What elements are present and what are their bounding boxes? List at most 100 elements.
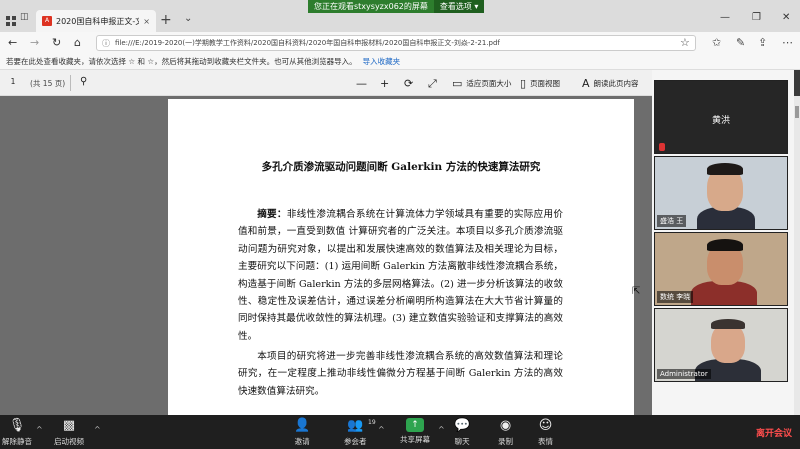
participant-face bbox=[711, 323, 745, 363]
zoom-in-button[interactable]: + bbox=[380, 77, 393, 90]
back-icon[interactable]: ← bbox=[8, 36, 17, 49]
participant-tile[interactable]: 盛浩 王 bbox=[654, 156, 788, 230]
participant-name: Administrator bbox=[657, 369, 711, 379]
info-icon: ⓘ bbox=[102, 39, 110, 48]
favorites-bar: 若要在此处查看收藏夹，请依次选择 ☆ 和 ☆，然后将其拖动到收藏夹栏文件夹。也可… bbox=[0, 54, 800, 70]
share-screen-icon: ↑ bbox=[406, 418, 424, 432]
abstract-text: 非线性渗流耦合系统在计算流体力学领域具有重要的实际应用价值和前景，一直受到数值 … bbox=[238, 209, 564, 342]
record-button[interactable]: ◉ 录制 bbox=[498, 418, 513, 447]
new-tab-button[interactable]: + bbox=[160, 12, 172, 28]
close-window-button[interactable]: ✕ bbox=[782, 12, 790, 23]
participant-tile[interactable]: 黄洪 bbox=[654, 80, 788, 154]
participants-label: 参会者 bbox=[344, 437, 367, 446]
favorite-star-icon[interactable]: ☆ bbox=[680, 36, 690, 49]
invite-icon: 👤 bbox=[294, 418, 311, 433]
pdf-toolbar: 1 (共 15 页) ⚲ — + ⟳ ⤢ ▭ 适应页面大小 ▯ 页面视图 A 朗读此页… bbox=[0, 70, 652, 96]
favorites-icon[interactable]: ✩ bbox=[712, 36, 721, 49]
pdf-file-icon: A bbox=[42, 16, 52, 26]
import-favorites-link[interactable]: 导入收藏夹 bbox=[363, 57, 401, 66]
share-screen-button[interactable]: ↑ 共享屏幕 bbox=[400, 418, 430, 445]
page-view-icon: ▯ bbox=[520, 77, 527, 90]
participant-tile[interactable]: 数统 李晓 bbox=[654, 232, 788, 306]
tab-title: 2020国自科申报正文-文 bbox=[56, 16, 140, 26]
leave-meeting-button[interactable]: 离开会议 bbox=[756, 426, 792, 439]
more-icon[interactable]: ⋯ bbox=[782, 36, 793, 49]
reactions-button[interactable]: ☺ 表情 bbox=[538, 418, 553, 447]
share-screen-label: 共享屏幕 bbox=[400, 435, 430, 444]
page-view-label: 页面视图 bbox=[530, 79, 561, 88]
video-off-icon: ▩ bbox=[62, 418, 76, 433]
meeting-toolbar: 🎙 解除静音 ^ ▩ 启动视频 ^ 👤 邀请 👥 参会者 19 ^ ↑ 共享屏幕… bbox=[0, 415, 800, 449]
address-bar-row: ← → ↻ ⌂ ⓘ file:///E:/2019-2020(一)学期教学工作资… bbox=[0, 32, 800, 54]
record-icon: ◉ bbox=[499, 418, 512, 433]
page-number-input[interactable]: 1 bbox=[6, 77, 20, 86]
second-paragraph: 本项目的研究将进一步完善非线性渗流耦合系统的高效数值算法和理论研究，在一定程度上… bbox=[238, 351, 563, 397]
chat-icon: 💬 bbox=[454, 418, 471, 433]
invite-button[interactable]: 👤 邀请 bbox=[294, 418, 310, 447]
toolbar-divider bbox=[70, 75, 71, 91]
read-aloud-button[interactable]: A 朗读此页内容 bbox=[582, 77, 639, 90]
maximize-button[interactable]: ❐ bbox=[752, 12, 761, 23]
reactions-icon: ☺ bbox=[538, 418, 553, 433]
read-aloud-label: 朗读此页内容 bbox=[593, 79, 639, 88]
participants-options-caret-icon[interactable]: ^ bbox=[378, 425, 385, 434]
audio-options-caret-icon[interactable]: ^ bbox=[36, 425, 43, 434]
share-icon[interactable]: ⇪ bbox=[758, 36, 767, 49]
start-video-button[interactable]: ▩ 启动视频 bbox=[54, 418, 84, 447]
start-video-label: 启动视频 bbox=[54, 437, 84, 446]
forward-icon[interactable]: → bbox=[30, 36, 39, 49]
document-scrollbar[interactable] bbox=[794, 96, 800, 415]
fit-page-button[interactable]: ▭ 适应页面大小 bbox=[452, 77, 511, 90]
url-input[interactable]: ⓘ file:///E:/2019-2020(一)学期教学工作资料/2020国自… bbox=[96, 35, 696, 51]
pdf-document-area[interactable]: 多孔介质渗流驱动问题间断 Galerkin 方法的快速算法研究 摘要：非线性渗流… bbox=[0, 96, 652, 415]
screen-share-banner: 您正在观看stxysyzx062的屏幕 查看选项 ▾ bbox=[308, 0, 485, 13]
home-icon[interactable]: ⌂ bbox=[74, 36, 81, 49]
refresh-icon[interactable]: ↻ bbox=[52, 36, 61, 49]
rotate-icon: ⟳ bbox=[404, 77, 414, 90]
zoom-in-icon: + bbox=[380, 77, 390, 90]
participant-gallery: 黄洪 盛浩 王 数统 李晓 Administrator bbox=[652, 70, 794, 415]
browser-tab-active[interactable]: A 2020国自科申报正文-文 × bbox=[36, 10, 156, 32]
share-options-caret-icon[interactable]: ^ bbox=[438, 425, 445, 434]
chat-button[interactable]: 💬 聊天 bbox=[454, 418, 470, 447]
fit-button[interactable]: ⤢ bbox=[428, 77, 441, 91]
read-aloud-icon: A bbox=[582, 77, 590, 90]
zoom-out-button[interactable]: — bbox=[356, 77, 371, 90]
pdf-page: 多孔介质渗流驱动问题间断 Galerkin 方法的快速算法研究 摘要：非线性渗流… bbox=[168, 99, 634, 415]
page-count: (共 15 页) bbox=[30, 79, 66, 88]
favorites-hint: 若要在此处查看收藏夹，请依次选择 ☆ 和 ☆，然后将其拖动到收藏夹栏文件夹。也可… bbox=[6, 57, 357, 66]
video-options-caret-icon[interactable]: ^ bbox=[94, 425, 101, 434]
abstract-label: 摘要： bbox=[257, 209, 287, 220]
participant-name: 黄洪 bbox=[711, 116, 730, 126]
page-view-button[interactable]: ▯ 页面视图 bbox=[520, 77, 560, 90]
url-text: file:///E:/2019-2020(一)学期教学工作资料/2020国自科资… bbox=[115, 39, 500, 47]
browser-menu-icon[interactable] bbox=[6, 11, 16, 26]
reactions-label: 表情 bbox=[538, 437, 553, 446]
rotate-button[interactable]: ⟳ bbox=[404, 77, 417, 90]
tab-close-icon[interactable]: × bbox=[143, 17, 150, 26]
participant-tile[interactable]: Administrator bbox=[654, 308, 788, 382]
fit-icon: ⤢ bbox=[428, 77, 437, 90]
participant-hair bbox=[707, 239, 743, 251]
muted-mic-icon: 🎙 bbox=[8, 418, 26, 433]
invite-label: 邀请 bbox=[294, 437, 310, 446]
muted-mic-icon bbox=[659, 143, 665, 151]
fit-page-label: 适应页面大小 bbox=[466, 79, 512, 88]
tab-list-chevron-icon[interactable]: ⌄ bbox=[184, 13, 192, 24]
fit-page-icon: ▭ bbox=[452, 77, 463, 90]
pen-icon[interactable]: ✎ bbox=[736, 36, 745, 49]
minimize-button[interactable]: — bbox=[720, 12, 730, 23]
participants-icon: 👥 bbox=[347, 418, 364, 433]
participants-button[interactable]: 👥 参会者 bbox=[344, 418, 367, 447]
tab-nav-icon[interactable]: ◫ bbox=[20, 12, 29, 22]
unmute-button[interactable]: 🎙 解除静音 bbox=[2, 418, 32, 447]
participant-hair bbox=[707, 163, 743, 175]
scrollbar-thumb[interactable] bbox=[795, 106, 799, 118]
participants-count: 19 bbox=[368, 419, 376, 426]
abstract-paragraph: 摘要：非线性渗流耦合系统在计算流体力学领域具有重要的实际应用价值和前景，一直受到… bbox=[238, 206, 563, 345]
chat-label: 聊天 bbox=[454, 437, 470, 446]
search-icon[interactable]: ⚲ bbox=[80, 76, 87, 87]
participant-name: 盛浩 王 bbox=[657, 215, 687, 227]
view-options-button[interactable]: 查看选项 ▾ bbox=[433, 0, 485, 13]
screen-share-message: 您正在观看stxysyzx062的屏幕 bbox=[314, 2, 428, 11]
